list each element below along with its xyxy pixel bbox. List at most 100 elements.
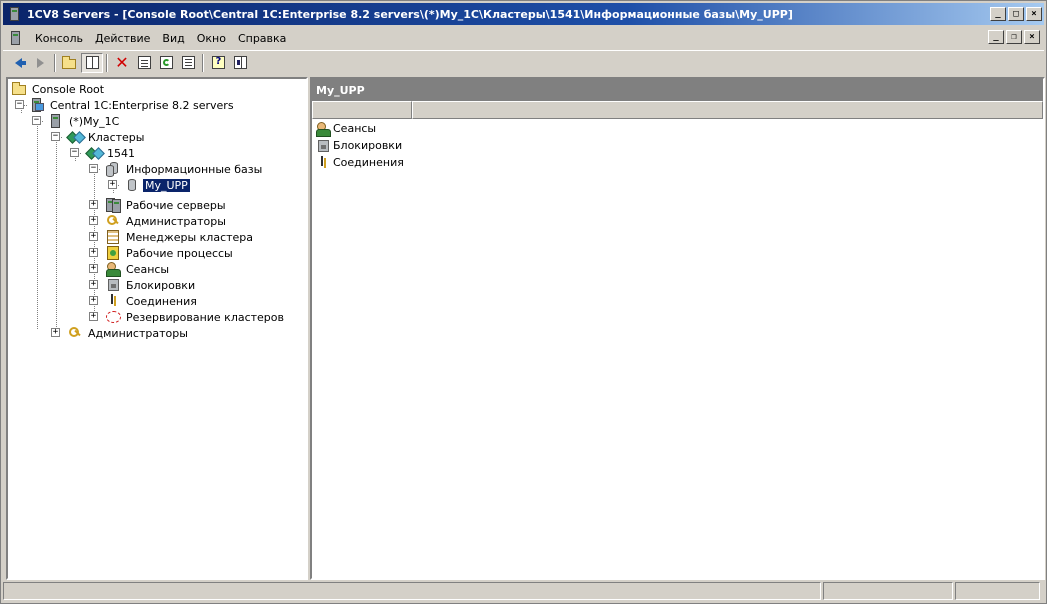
expand-toggle[interactable]: + <box>89 264 98 273</box>
show-hide-action-pane-icon[interactable] <box>229 53 251 73</box>
expand-toggle[interactable]: + <box>89 248 98 257</box>
expand-toggle[interactable]: + <box>108 180 117 189</box>
status-bar <box>3 582 1044 602</box>
locks-icon <box>315 138 331 154</box>
up-folder-icon[interactable] <box>59 53 81 73</box>
tree-label: Кластеры <box>88 130 145 144</box>
menu-view[interactable]: Вид <box>156 32 190 45</box>
expand-toggle[interactable]: + <box>89 280 98 289</box>
tree-node-server[interactable]: (*)My_1C <box>48 113 121 129</box>
menu-action[interactable]: Действие <box>89 32 156 45</box>
column-header[interactable] <box>412 101 1043 119</box>
list-item-locks[interactable]: Блокировки <box>312 137 1043 154</box>
minimize-button[interactable]: _ <box>990 7 1006 21</box>
app-icon <box>7 6 23 22</box>
menu-console[interactable]: Консоль <box>29 32 89 45</box>
working-processes-icon <box>105 245 121 261</box>
keys-icon <box>105 213 121 229</box>
mdi-restore-button[interactable]: ❐ <box>1006 30 1022 44</box>
connections-icon <box>105 293 121 309</box>
list-item-label: Сеансы <box>333 122 377 135</box>
sessions-icon <box>315 121 331 137</box>
menu-window[interactable]: Окно <box>191 32 232 45</box>
expand-toggle[interactable]: + <box>89 296 98 305</box>
list-item-sessions[interactable]: Сеансы <box>312 120 1043 137</box>
collapse-toggle[interactable]: − <box>51 132 60 141</box>
list-item-label: Соединения <box>333 156 404 169</box>
tree-label: Рабочие процессы <box>126 246 233 260</box>
tree-label: Рабочие серверы <box>126 198 226 212</box>
tree-node-locks[interactable]: Блокировки <box>105 277 197 293</box>
menu-help[interactable]: Справка <box>232 32 292 45</box>
tree-node-working-servers[interactable]: Рабочие серверы <box>105 197 228 213</box>
tree-label: Сеансы <box>126 262 170 276</box>
toolbar-separator <box>54 53 56 72</box>
tree-node-cluster-admins[interactable]: Администраторы <box>105 213 228 229</box>
tree-node-clusters[interactable]: Кластеры <box>67 129 146 145</box>
connections-icon <box>315 155 331 171</box>
menu-bar: Консоль Действие Вид Окно Справка _ ❐ × <box>3 27 1044 49</box>
mdi-close-button[interactable]: × <box>1024 30 1040 44</box>
properties-icon[interactable] <box>133 53 155 73</box>
delete-icon[interactable]: ✕ <box>111 53 133 73</box>
tree-node-console-root[interactable]: Console Root <box>11 81 106 97</box>
tree-node-central-servers[interactable]: Central 1C:Enterprise 8.2 servers <box>29 97 236 113</box>
back-arrow-icon[interactable] <box>7 53 29 73</box>
toolbar: ✕ ? <box>3 50 1044 74</box>
app-window: 1CV8 Servers - [Console Root\Central 1C:… <box>0 0 1047 604</box>
column-header[interactable] <box>312 101 412 119</box>
column-headers <box>312 101 1043 119</box>
forward-arrow-icon[interactable] <box>29 53 51 73</box>
expand-toggle[interactable]: + <box>51 328 60 337</box>
list-item-connections[interactable]: Соединения <box>312 154 1043 171</box>
mdi-minimize-button[interactable]: _ <box>988 30 1004 44</box>
refresh-icon[interactable] <box>155 53 177 73</box>
tree-label: Администраторы <box>88 326 188 340</box>
collapse-toggle[interactable]: − <box>70 148 79 157</box>
expand-toggle[interactable]: + <box>89 232 98 241</box>
tree-node-connections[interactable]: Соединения <box>105 293 199 309</box>
tree-label: Администраторы <box>126 214 226 228</box>
expand-toggle[interactable]: + <box>89 200 98 209</box>
collapse-toggle[interactable]: − <box>32 116 41 125</box>
tree-node-cluster-1541[interactable]: 1541 <box>86 145 137 161</box>
collapse-toggle[interactable]: − <box>15 100 24 109</box>
title-bar[interactable]: 1CV8 Servers - [Console Root\Central 1C:… <box>3 3 1044 25</box>
status-cell-2 <box>823 582 953 600</box>
result-pane[interactable]: My_UPP Сеансы Блокировки Соединения <box>310 77 1045 580</box>
window-title: 1CV8 Servers - [Console Root\Central 1C:… <box>27 7 793 21</box>
server-icon <box>48 113 64 129</box>
close-button[interactable]: × <box>1026 7 1042 21</box>
help-icon[interactable]: ? <box>207 53 229 73</box>
expand-toggle[interactable]: + <box>89 312 98 321</box>
mdi-child-icon[interactable] <box>7 29 25 47</box>
database-icon <box>124 177 140 193</box>
result-pane-header: My_UPP <box>312 79 1043 101</box>
clusters-icon <box>67 129 83 145</box>
tree-pane[interactable]: Console Root − Central 1C:Enterprise 8.2… <box>6 77 308 580</box>
collapse-toggle[interactable]: − <box>89 164 98 173</box>
export-list-icon[interactable] <box>177 53 199 73</box>
tree-label: Менеджеры кластера <box>126 230 254 244</box>
tree-label: Блокировки <box>126 278 196 292</box>
tree-node-central-admins[interactable]: Администраторы <box>67 325 190 341</box>
folder-icon <box>11 81 27 97</box>
sessions-icon <box>105 261 121 277</box>
tree-node-sessions[interactable]: Сеансы <box>105 261 171 277</box>
infobases-icon <box>105 161 121 177</box>
tree-label: Резервирование кластеров <box>126 310 285 324</box>
reservation-icon <box>105 309 121 325</box>
status-cell-main <box>3 582 821 600</box>
tree-node-cluster-reservation[interactable]: Резервирование кластеров <box>105 309 286 325</box>
result-list: Сеансы Блокировки Соединения <box>312 119 1043 171</box>
list-item-label: Блокировки <box>333 139 403 152</box>
tree-node-working-processes[interactable]: Рабочие процессы <box>105 245 235 261</box>
tree-node-infobase-my-upp[interactable]: My_UPP <box>124 177 191 193</box>
maximize-button[interactable]: □ <box>1008 7 1024 21</box>
expand-toggle[interactable]: + <box>89 216 98 225</box>
show-hide-tree-icon[interactable] <box>81 52 103 73</box>
tree-label: Информационные базы <box>126 162 263 176</box>
tree-node-infobases[interactable]: Информационные базы <box>105 161 264 177</box>
tree-node-cluster-managers[interactable]: Менеджеры кластера <box>105 229 255 245</box>
toolbar-separator <box>106 53 108 72</box>
